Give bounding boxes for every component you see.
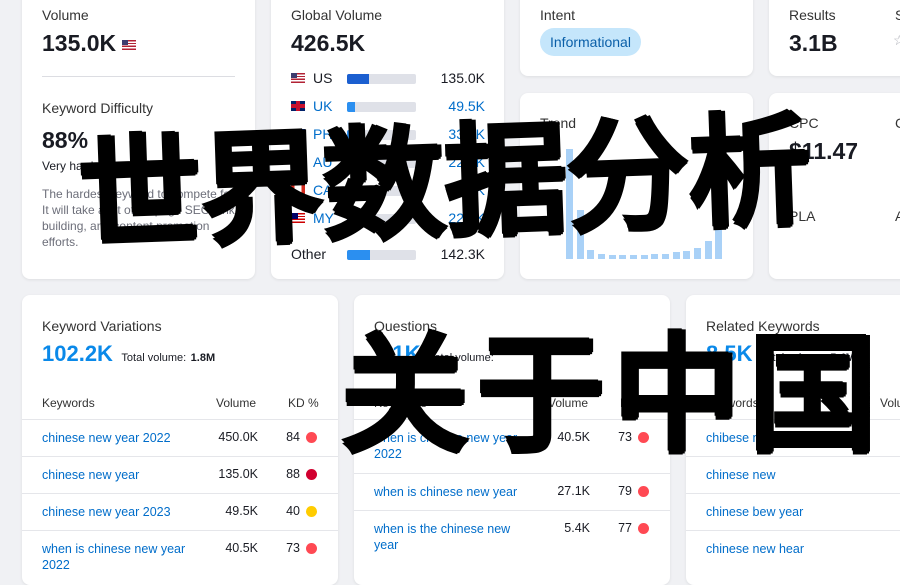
trend-bar: [608, 254, 616, 259]
keyword-volume: 27.1K: [557, 484, 590, 498]
trend-bar: [587, 250, 595, 259]
volume-value: 135.0K: [42, 30, 137, 57]
variations-count[interactable]: 102.2K: [42, 341, 113, 366]
table-row: chinese new year 2022 450.0K 84: [22, 419, 338, 457]
keyword-link[interactable]: chinese new hear: [706, 541, 900, 557]
variations-header-keywords[interactable]: Keywords: [42, 396, 95, 410]
keyword-difficulty: 79: [618, 484, 632, 498]
star-icon[interactable]: ☆: [893, 32, 900, 49]
results-cut-label: S: [895, 7, 900, 23]
intent-badge[interactable]: Informational: [540, 28, 641, 56]
variations-total: 1.8M: [190, 352, 216, 364]
keyword-difficulty: 40: [286, 504, 300, 518]
uk-flag-icon: [291, 101, 305, 111]
trend-bar: [619, 254, 627, 259]
country-row-us[interactable]: US 135.0K: [291, 68, 485, 88]
trend-bar: [630, 254, 637, 259]
keyword-difficulty: 77: [618, 521, 632, 535]
difficulty-dot: [306, 432, 317, 443]
keyword-link[interactable]: when is the chinese new year: [374, 521, 524, 553]
keyword-link[interactable]: chinese new year 2022: [42, 430, 207, 446]
variations-title: Keyword Variations: [42, 318, 162, 334]
trend-bar: [651, 253, 659, 259]
results-card: Results S 3.1B ☆: [769, 0, 900, 76]
variations-total-label: Total volume:: [121, 352, 187, 364]
country-share-bar: [347, 74, 416, 84]
table-row: chinese new year 2023 49.5K 40: [22, 493, 338, 531]
keyword-volume: 450.0K: [218, 430, 258, 444]
results-label: Results: [789, 7, 836, 23]
keyword-variations-card: Keyword Variations 102.2K Total volume: …: [22, 295, 338, 585]
keyword-link[interactable]: chinese new year 2023: [42, 504, 207, 520]
trend-bar: [694, 248, 701, 259]
trend-bar: [662, 253, 669, 259]
keyword-link[interactable]: when is chinese new year: [374, 484, 524, 500]
global-volume-value: 426.5K: [291, 30, 366, 56]
table-row: when is the chinese new year 5.4K 77: [354, 510, 670, 565]
trend-bar: [598, 253, 605, 259]
keyword-link[interactable]: chinese new year: [42, 467, 207, 483]
variations-header-kd[interactable]: KD %: [288, 396, 319, 410]
difficulty-dot: [638, 486, 649, 497]
variations-header-volume[interactable]: Volume: [216, 396, 256, 410]
intent-card: Intent Informational: [520, 0, 753, 76]
difficulty-dot: [306, 469, 317, 480]
table-row: when is chinese new year 2022 40.5K 73: [22, 530, 338, 572]
intent-label: Intent: [540, 7, 576, 23]
pla-cut-label: A: [895, 208, 900, 224]
difficulty-dot: [306, 506, 317, 517]
divider: [42, 76, 235, 77]
keyword-volume: 49.5K: [225, 504, 258, 518]
country-code[interactable]: UK: [313, 98, 332, 114]
table-row: when is chinese new year 27.1K 79: [354, 473, 670, 511]
keyword-difficulty: 88: [286, 467, 300, 481]
keyword-volume: 40.5K: [225, 541, 258, 555]
global-volume-label: Global Volume: [291, 7, 383, 23]
overlay-title-line2: 关于中国: [340, 320, 885, 470]
trend-bar: [672, 252, 680, 259]
keyword-volume: 135.0K: [218, 467, 258, 481]
country-code: US: [313, 70, 333, 86]
table-row: chinese new year 135.0K 88: [22, 456, 338, 494]
cpc-cut-label: C: [895, 115, 900, 131]
keyword-difficulty: 73: [286, 541, 300, 555]
us-flag-icon: [122, 39, 137, 50]
difficulty-dot: [638, 523, 649, 534]
keyword-link[interactable]: when is chinese new year 2022: [42, 541, 207, 573]
trend-bar: [683, 251, 691, 259]
country-volume: 135.0K: [440, 70, 485, 86]
volume-label: Volume: [42, 7, 89, 23]
keyword-difficulty: 84: [286, 430, 300, 444]
variations-count-line: 102.2K Total volume: 1.8M: [42, 341, 215, 367]
table-row: chinese bew year: [686, 493, 900, 531]
keyword-link[interactable]: chinese bew year: [706, 504, 900, 520]
keyword-volume: 5.4K: [564, 521, 590, 535]
difficulty-dot: [306, 543, 317, 554]
table-row: chinese new hear: [686, 530, 900, 568]
difficulty-label: Keyword Difficulty: [42, 100, 154, 116]
trend-bar: [640, 254, 648, 259]
us-flag-icon: [291, 73, 305, 83]
overlay-title-line1: 世界数据分析: [75, 97, 813, 267]
results-value: 3.1B: [789, 30, 838, 56]
